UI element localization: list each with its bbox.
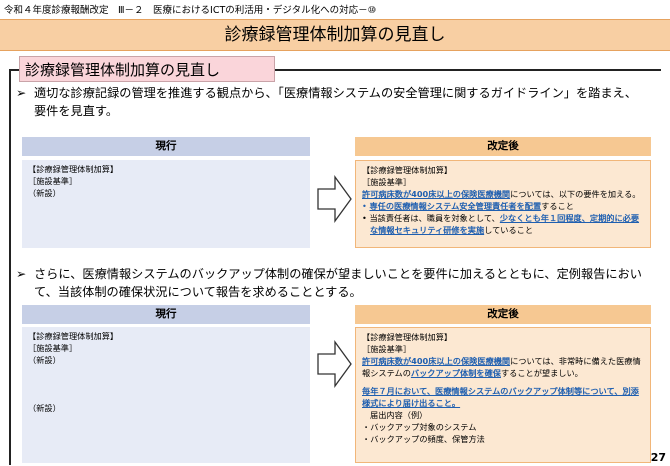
current-box: 【診療録管理体制加算】 ［施設基準］ （新設） （新設）: [22, 327, 310, 463]
dot-marker: •: [362, 201, 367, 211]
current-header: 現行: [22, 137, 310, 156]
current-new-note: （新設）: [28, 188, 61, 198]
revised-criteria: ［施設基準］: [362, 344, 412, 354]
revised-criteria: ［施設基準］: [362, 177, 412, 187]
revised-header: 改定後: [355, 137, 651, 156]
page-number: 27: [650, 451, 666, 464]
current-criteria: ［施設基準］: [28, 343, 78, 353]
revised-bullet-1: • 専任の医療情報システム安全管理責任者を配置すること: [362, 200, 644, 212]
revised-heading: 【診療録管理体制加算】: [362, 165, 453, 175]
para-text: 当該責任者は、職員を対象として、: [369, 213, 500, 223]
revised-heading: 【診療録管理体制加算】: [362, 332, 453, 342]
bullet-2: ➢ さらに、医療情報システムのバックアップ体制の確保が望ましいことを要件に加える…: [16, 265, 652, 301]
dot-marker: •: [362, 213, 367, 223]
para-text: することが望ましい。: [500, 368, 583, 378]
current-heading: 【診療録管理体制加算】: [28, 164, 119, 174]
report-item-1: ・バックアップ対象のシステム: [362, 422, 477, 432]
highlight-text: 許可病床数が400床以上の保険医療機関: [362, 356, 511, 366]
report-item-2: ・バックアップの頻度、保管方法: [362, 434, 485, 444]
section-tag: 診療録管理体制加算の見直し: [19, 56, 275, 82]
current-new-note: （新設）: [28, 355, 61, 365]
revised-box: 【診療録管理体制加算】 ［施設基準］ 許可病床数が400床以上の保険医療機関につ…: [355, 160, 651, 248]
breadcrumb: 令和４年度診療報酬改定 Ⅲ－２ 医療におけるICTの利活用・デジタル化への対応－…: [4, 5, 377, 16]
revised-para: 許可病床数が400床以上の保険医療機関については、非常時に備えた医療情報システム…: [362, 355, 644, 379]
highlight-text: 専任の医療情報システム安全管理責任者を配置: [369, 201, 542, 211]
bullet-marker: ➢: [16, 86, 27, 100]
current-criteria: ［施設基準］: [28, 176, 78, 186]
current-box: 【診療録管理体制加算】 ［施設基準］ （新設）: [22, 160, 310, 248]
bullet-1: ➢ 適切な診療記録の管理を推進する観点から、「医療情報システムの安全管理に関する…: [16, 84, 646, 120]
revised-report-para: 毎年７月において、医療情報システムのバックアップ体制等について、別添様式により届…: [362, 385, 644, 409]
highlight-text: 許可病床数が400床以上の保険医療機関: [362, 189, 511, 199]
arrow-right-icon: [317, 340, 352, 388]
revised-header: 改定後: [355, 305, 651, 324]
bullet-marker: ➢: [16, 267, 27, 281]
report-contents-label: 届出内容（例）: [370, 410, 428, 420]
revised-box: 【診療録管理体制加算】 ［施設基準］ 許可病床数が400床以上の保険医療機関につ…: [355, 327, 651, 463]
revised-bullet-2: • 当該責任者は、職員を対象として、少なくとも年１回程度、定期的に必要な情報セキ…: [362, 212, 644, 236]
para-text: していること: [484, 225, 534, 235]
page-title: 診療録管理体制加算の見直し: [0, 19, 670, 51]
current-heading: 【診療録管理体制加算】: [28, 331, 119, 341]
arrow-right-icon: [317, 175, 352, 223]
para-text: すること: [541, 201, 574, 211]
current-new-note-2: （新設）: [28, 403, 61, 413]
highlight-text: 毎年７月において、医療情報システムのバックアップ体制等について、別添様式により届…: [362, 386, 639, 408]
bullet-text: さらに、医療情報システムのバックアップ体制の確保が望ましいことを要件に加えるとと…: [34, 267, 642, 299]
para-text: については、以下の要件を加える。: [510, 189, 641, 199]
bullet-text: 適切な診療記録の管理を推進する観点から、「医療情報システムの安全管理に関するガイ…: [34, 86, 637, 118]
current-header: 現行: [22, 305, 310, 324]
revised-para: 許可病床数が400床以上の保険医療機関については、以下の要件を加える。: [362, 188, 644, 200]
highlight-text: バックアップ体制を確保: [410, 368, 501, 378]
